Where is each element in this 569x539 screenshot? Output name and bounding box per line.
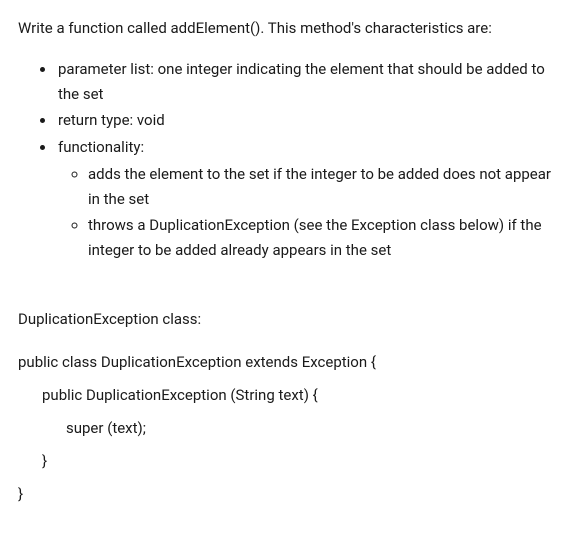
class-label: DuplicationException class: xyxy=(18,307,551,332)
list-item: throws a DuplicationException (see the E… xyxy=(88,213,551,263)
list-item: return type: void xyxy=(56,108,551,133)
characteristics-list: parameter list: one integer indicating t… xyxy=(18,57,551,263)
functionality-sublist: adds the element to the set if the integ… xyxy=(58,162,551,263)
intro-paragraph: Write a function called addElement(). Th… xyxy=(18,16,551,41)
code-block: public class DuplicationException extend… xyxy=(18,346,551,511)
code-line: super (text); xyxy=(18,412,551,445)
list-item: parameter list: one integer indicating t… xyxy=(56,57,551,107)
functionality-label: functionality: xyxy=(58,138,144,156)
code-line: public class DuplicationException extend… xyxy=(18,346,551,379)
code-line: } xyxy=(18,445,551,478)
list-item: adds the element to the set if the integ… xyxy=(88,162,551,212)
code-line: } xyxy=(18,478,551,511)
list-item: functionality: adds the element to the s… xyxy=(56,135,551,263)
code-line: public DuplicationException (String text… xyxy=(18,379,551,412)
